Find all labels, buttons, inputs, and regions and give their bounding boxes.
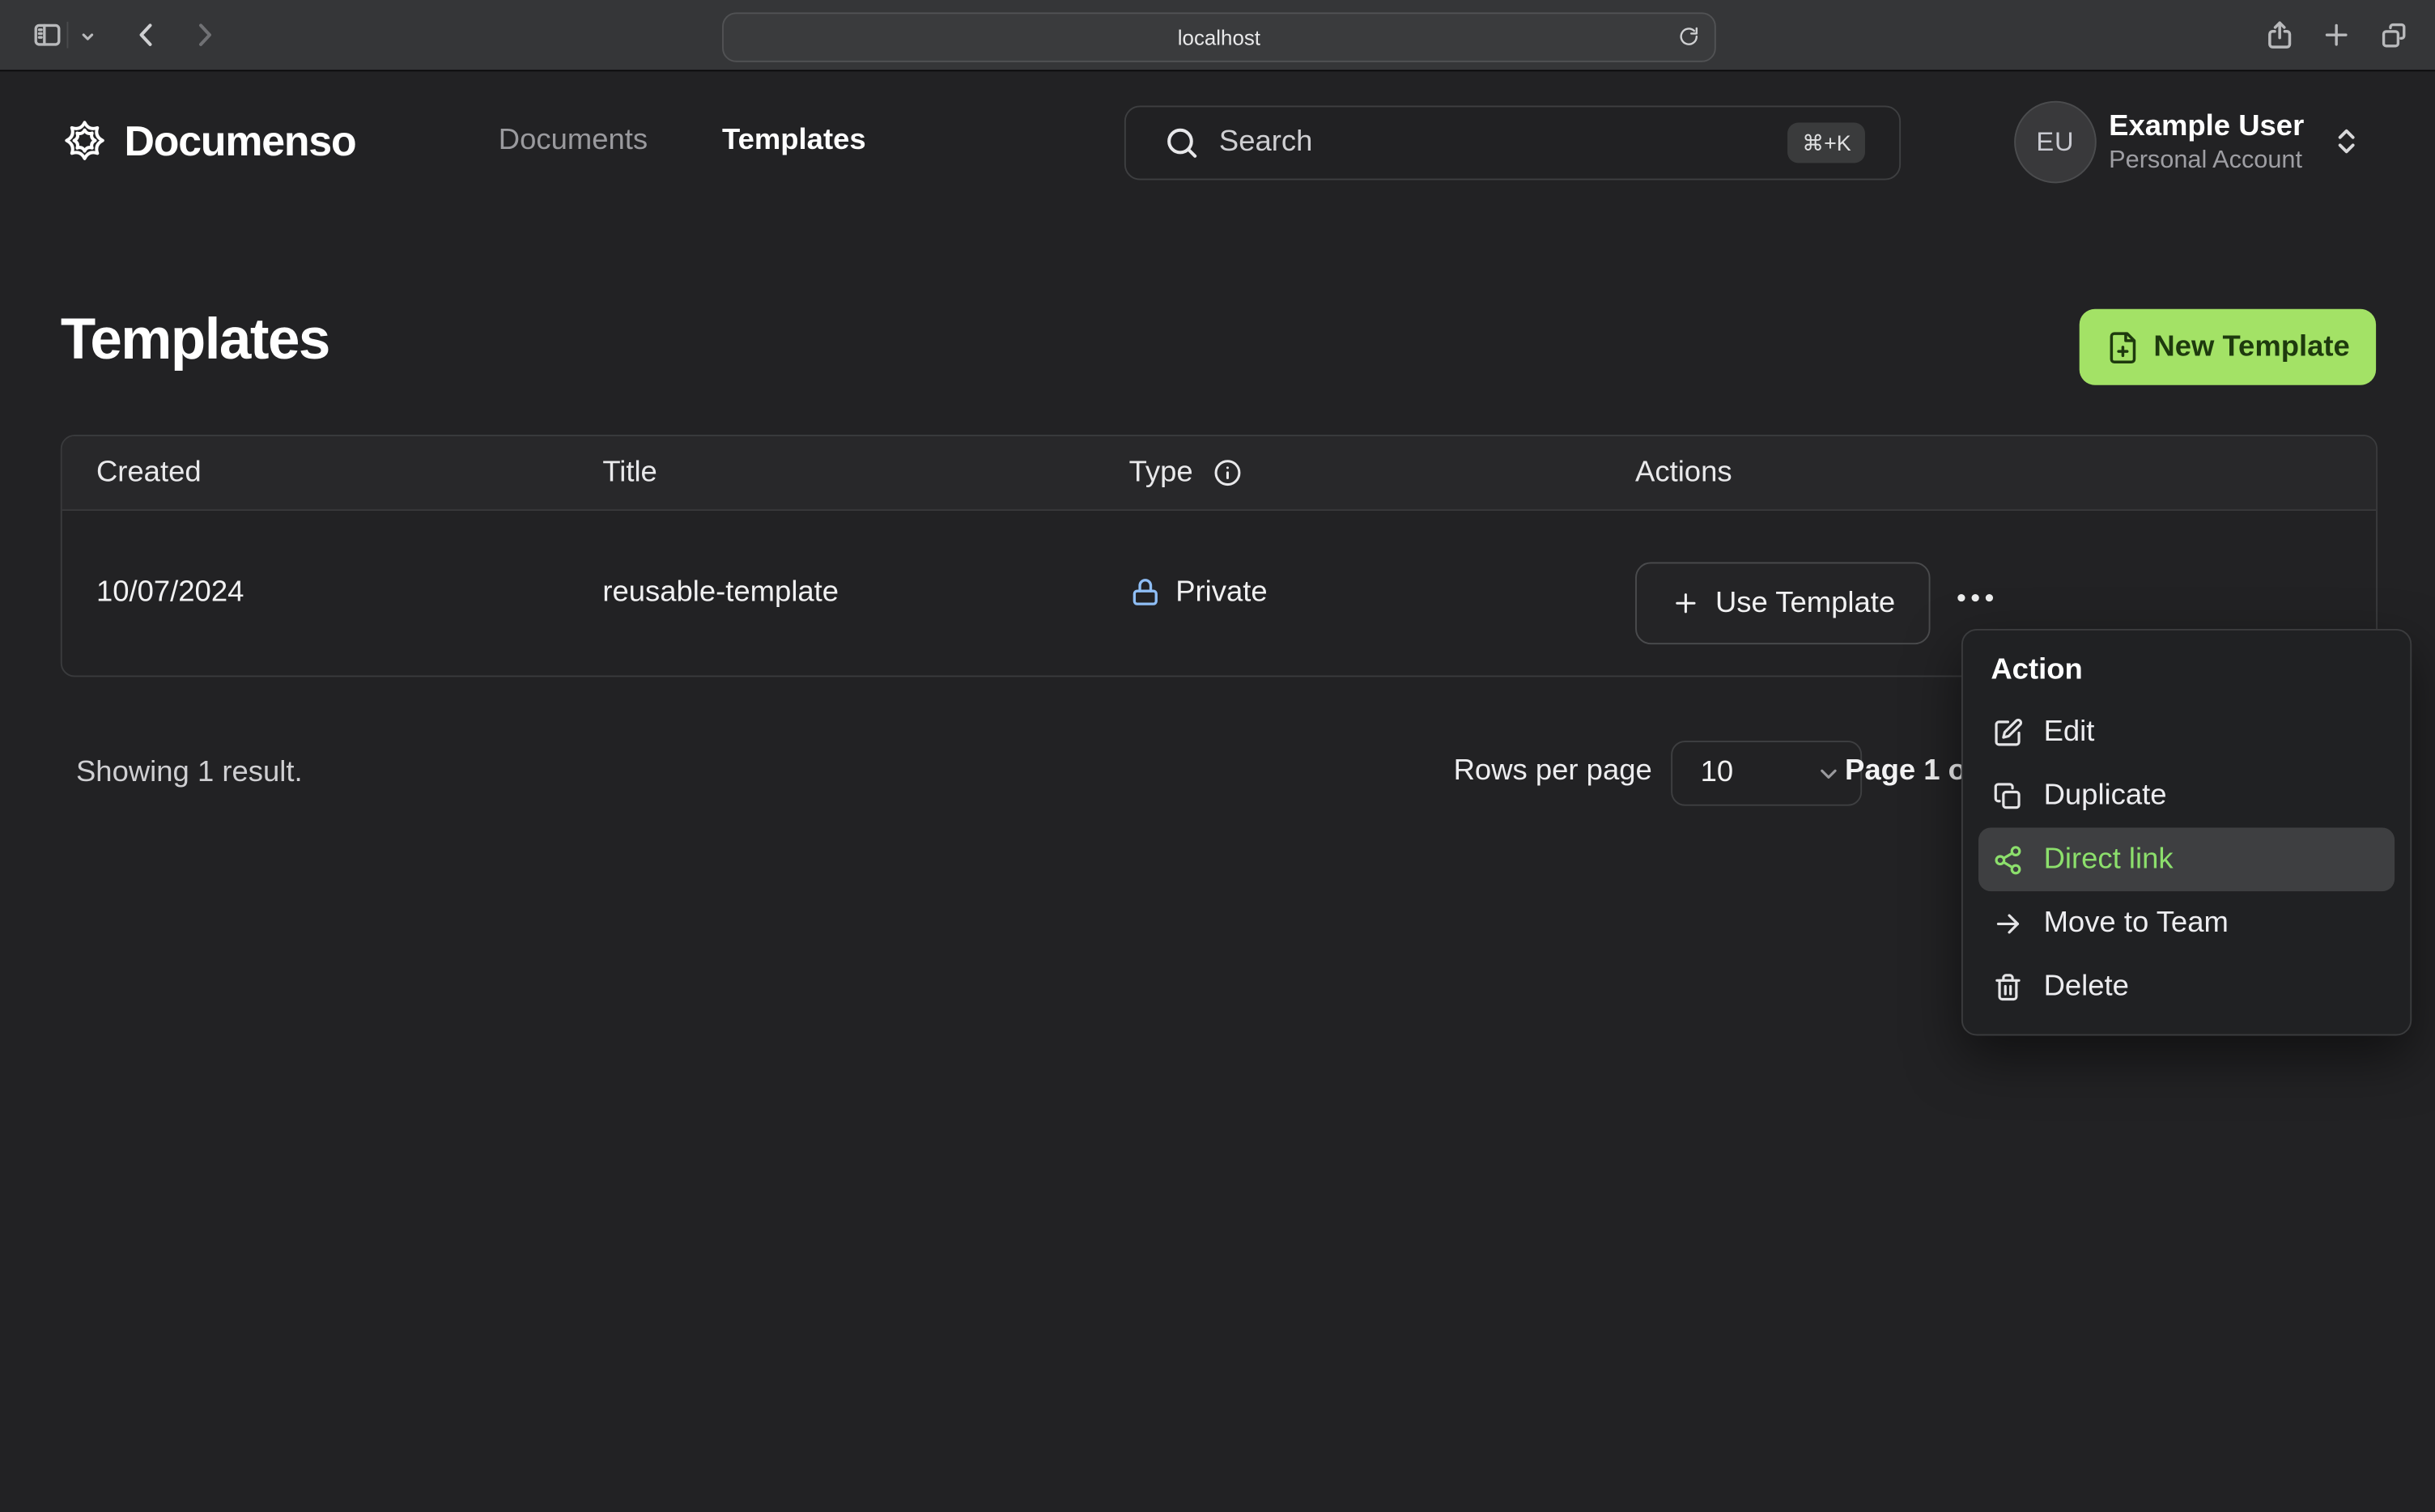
menu-item-duplicate[interactable]: Duplicate [1978, 764, 2395, 828]
menu-item-label: Direct link [2043, 842, 2174, 876]
back-icon[interactable] [130, 19, 163, 51]
column-header-title: Title [602, 457, 657, 490]
menu-item-label: Duplicate [2043, 779, 2167, 812]
share-network-icon [1992, 844, 2023, 875]
menu-item-label: Edit [2043, 715, 2095, 748]
cell-created: 10/07/2024 [96, 575, 244, 609]
user-name[interactable]: Example User [2109, 110, 2304, 144]
user-account-type: Personal Account [2109, 147, 2303, 174]
table-header-row: Created Title Type Actions [62, 436, 2377, 512]
rows-per-page-value: 10 [1700, 756, 1734, 789]
forward-icon[interactable] [188, 19, 220, 51]
share-icon[interactable] [2263, 17, 2297, 53]
column-header-type: Type [1128, 457, 1193, 490]
page-title: Templates [60, 307, 331, 372]
edit-icon [1992, 716, 2023, 747]
file-plus-icon [2106, 330, 2140, 364]
address-bar[interactable]: localhost [722, 12, 1716, 62]
nav-documents[interactable]: Documents [499, 124, 648, 158]
menu-item-label: Move to Team [2043, 906, 2229, 939]
menu-item-move-to-team[interactable]: Move to Team [1978, 891, 2395, 955]
action-menu: Action Edit Duplicate Direct link Move t… [1961, 628, 2412, 1036]
search-box[interactable]: ⌘+K [1124, 105, 1902, 181]
avatar-initials: EU [2036, 126, 2075, 156]
chevrons-up-down-icon[interactable] [2331, 125, 2361, 156]
column-header-actions: Actions [1635, 457, 1732, 490]
app-window: localhost Documenso Documents Templates … [0, 0, 2435, 1512]
search-input[interactable] [1216, 107, 1797, 179]
menu-item-direct-link[interactable]: Direct link [1978, 827, 2395, 892]
arrow-right-icon [1992, 907, 2023, 938]
cell-title: reusable-template [602, 575, 839, 609]
lock-icon [1129, 576, 1162, 609]
action-menu-title: Action [1991, 653, 2083, 686]
rows-per-page-select[interactable]: 10 [1671, 741, 1863, 806]
new-template-label: New Template [2153, 329, 2350, 363]
ellipsis-icon[interactable] [1953, 588, 1997, 607]
toolbar-divider [66, 21, 69, 49]
duplicate-icon [1992, 780, 2023, 811]
avatar[interactable]: EU [2014, 100, 2097, 184]
menu-item-delete[interactable]: Delete [1978, 955, 2395, 1019]
cell-type: Private [1175, 575, 1268, 609]
new-template-button[interactable]: New Template [2079, 308, 2377, 385]
brand-name[interactable]: Documenso [124, 118, 356, 166]
search-shortcut-badge: ⌘+K [1787, 122, 1865, 164]
sidebar-icon[interactable] [31, 19, 63, 51]
rows-per-page-label: Rows per page [1453, 754, 1652, 788]
select-chevron-down-icon [1816, 760, 1842, 787]
results-summary: Showing 1 result. [76, 756, 303, 789]
info-icon[interactable] [1213, 458, 1242, 487]
menu-item-label: Delete [2043, 970, 2129, 1003]
menu-item-edit[interactable]: Edit [1978, 700, 2395, 764]
documenso-seal-icon[interactable] [61, 117, 108, 164]
url-text: localhost [1177, 25, 1261, 49]
reload-icon[interactable] [1677, 25, 1701, 49]
browser-toolbar: localhost [0, 0, 2435, 72]
plus-icon [1670, 588, 1699, 618]
chevron-down-icon[interactable] [78, 27, 98, 47]
use-template-button[interactable]: Use Template [1635, 562, 1931, 645]
trash-icon [1992, 971, 2023, 1002]
new-tab-icon[interactable] [2320, 19, 2352, 51]
tab-overview-icon[interactable] [2378, 19, 2410, 51]
nav-templates[interactable]: Templates [722, 124, 866, 158]
use-template-label: Use Template [1715, 586, 1896, 619]
column-header-created: Created [96, 457, 202, 490]
search-icon [1163, 124, 1201, 161]
